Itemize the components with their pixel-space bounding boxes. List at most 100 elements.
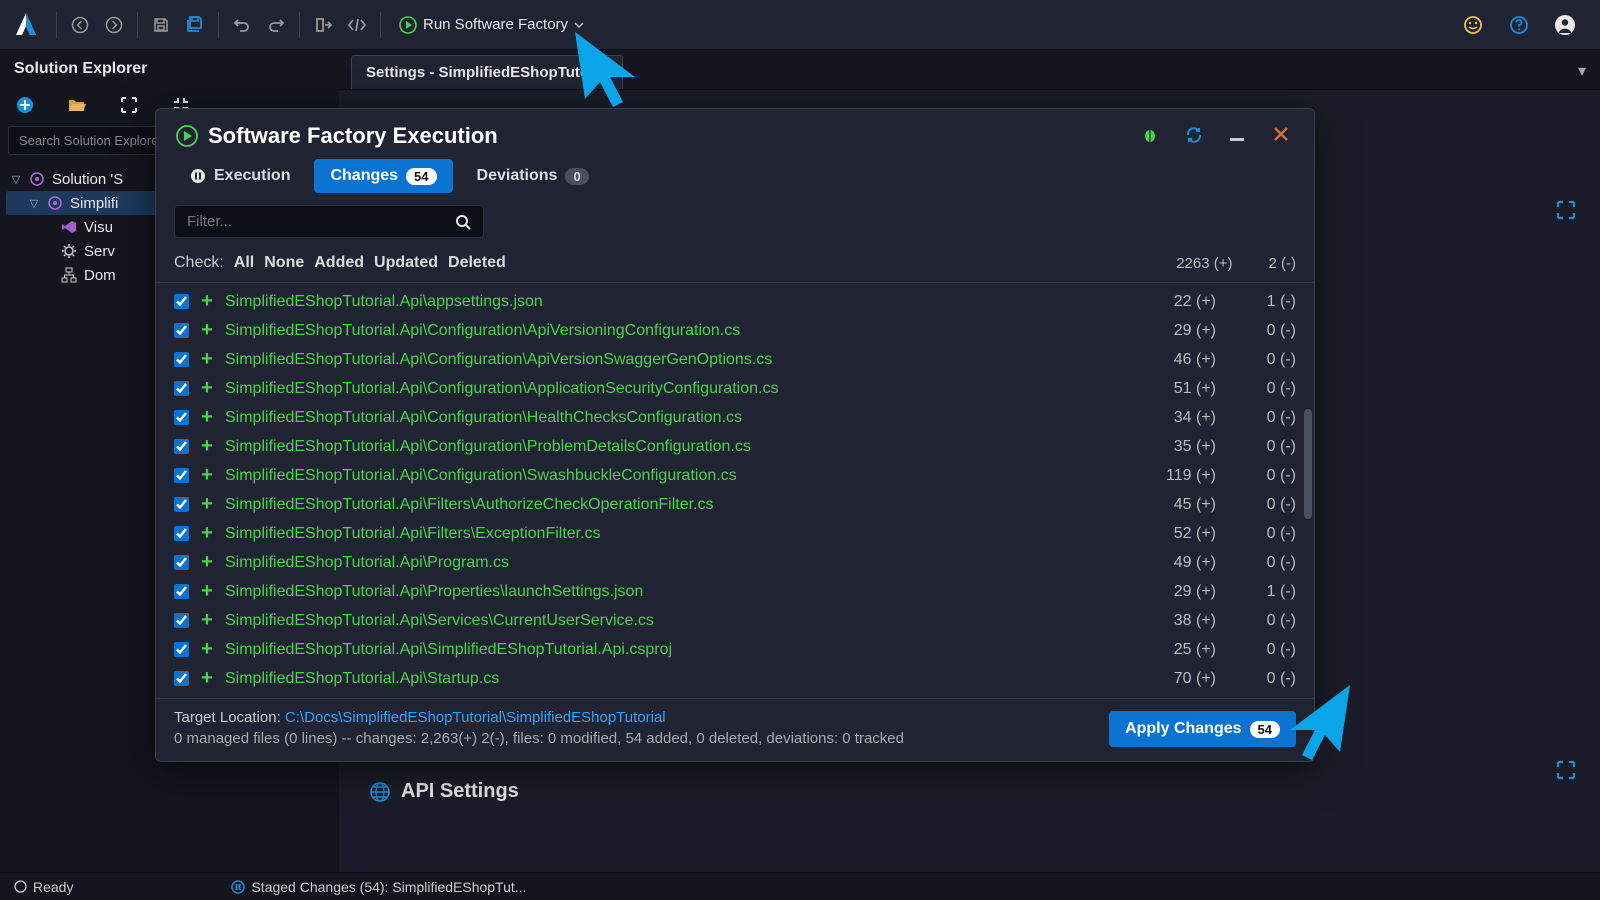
file-row[interactable]: + SimplifiedEShopTutorial.Api\SimplifiedE… [156, 635, 1314, 664]
file-row[interactable]: + SimplifiedEShopTutorial.Api\appsettings… [156, 287, 1314, 316]
feedback-icon[interactable] [1456, 8, 1490, 42]
file-row[interactable]: + SimplifiedEShopTutorial.Api\Program.cs 4… [156, 548, 1314, 577]
file-row[interactable]: +SimplifiedEShopTutorial.Api\Configurati… [156, 432, 1314, 461]
status-staged[interactable]: Staged Changes (54): SimplifiedEShopTut.… [231, 879, 526, 895]
file-path[interactable]: SimplifiedEShopTutorial.Api\Filters\Exce… [225, 525, 601, 543]
file-checkbox[interactable] [174, 323, 189, 338]
file-path[interactable]: SimplifiedEShopTutorial.Api\Configuratio… [225, 322, 740, 340]
lines-added: 49 (+) [1136, 554, 1216, 572]
tab-changes[interactable]: Changes 54 [314, 159, 452, 193]
target-label: Target Location: [174, 709, 285, 726]
added-icon: + [199, 377, 215, 400]
file-checkbox[interactable] [174, 294, 189, 309]
status-bar: Ready Staged Changes (54): SimplifiedESh… [0, 872, 1600, 900]
save-all-button[interactable] [178, 8, 212, 42]
nav-back-button[interactable] [63, 8, 97, 42]
file-checkbox[interactable] [174, 352, 189, 367]
check-deleted[interactable]: Deleted [448, 254, 506, 272]
lines-added: 29 (+) [1136, 583, 1216, 601]
file-checkbox[interactable] [174, 497, 189, 512]
file-checkbox[interactable] [174, 584, 189, 599]
file-checkbox[interactable] [174, 381, 189, 396]
tab-overflow-button[interactable]: ▾ [1564, 53, 1600, 89]
added-icon: + [199, 667, 215, 690]
code-button[interactable] [340, 8, 374, 42]
scrollbar-thumb[interactable] [1304, 409, 1312, 519]
lines-added: 51 (+) [1136, 380, 1216, 398]
bug-icon[interactable] [1140, 125, 1162, 147]
file-checkbox[interactable] [174, 555, 189, 570]
run-software-factory-button[interactable]: Run Software Factory [393, 12, 590, 38]
tab-deviations[interactable]: Deviations 0 [461, 159, 605, 193]
lines-added: 34 (+) [1136, 409, 1216, 427]
added-icon: + [199, 290, 215, 313]
refresh-icon[interactable] [1184, 125, 1206, 147]
lines-deleted: 1 (-) [1226, 583, 1296, 601]
lines-added: 35 (+) [1136, 438, 1216, 456]
file-checkbox[interactable] [174, 613, 189, 628]
file-row[interactable]: +SimplifiedEShopTutorial.Api\Configurati… [156, 461, 1314, 490]
save-button[interactable] [144, 8, 178, 42]
file-row[interactable]: +SimplifiedEShopTutorial.Api\Services\Cu… [156, 606, 1314, 635]
file-path[interactable]: SimplifiedEShopTutorial.Api\Properties\l… [225, 583, 643, 601]
file-row[interactable]: +SimplifiedEShopTutorial.Api\Startup.cs7… [156, 664, 1314, 693]
lines-deleted: 0 (-) [1226, 351, 1296, 369]
check-all[interactable]: All [234, 254, 254, 272]
file-checkbox[interactable] [174, 410, 189, 425]
file-checkbox[interactable] [174, 642, 189, 657]
editor-tab[interactable]: Settings - SimplifiedEShopTuto × [351, 55, 623, 89]
apply-changes-button[interactable]: Apply Changes 54 [1109, 711, 1296, 747]
file-path[interactable]: SimplifiedEShopTutorial.Api\SimplifiedES… [225, 641, 672, 659]
file-path[interactable]: SimplifiedEShopTutorial.Api\Program.cs [225, 554, 509, 572]
filter-textbox[interactable] [187, 213, 455, 230]
add-button[interactable] [14, 94, 36, 116]
file-path[interactable]: SimplifiedEShopTutorial.Api\Startup.cs [225, 670, 499, 688]
account-icon[interactable] [1548, 8, 1582, 42]
help-icon[interactable] [1502, 8, 1536, 42]
file-path[interactable]: SimplifiedEShopTutorial.Api\Services\Cur… [225, 612, 654, 630]
file-checkbox[interactable] [174, 439, 189, 454]
file-path[interactable]: SimplifiedEShopTutorial.Api\Configuratio… [225, 380, 778, 398]
expand-icon[interactable] [118, 94, 140, 116]
target-path-link[interactable]: C:\Docs\SimplifiedEShopTutorial\Simplifi… [285, 709, 666, 726]
lines-deleted: 0 (-) [1226, 467, 1296, 485]
check-updated[interactable]: Updated [374, 254, 438, 272]
nav-forward-button[interactable] [97, 8, 131, 42]
redo-button[interactable] [259, 8, 293, 42]
file-path[interactable]: SimplifiedEShopTutorial.Api\appsettings.… [225, 293, 543, 311]
tab-execution[interactable]: Execution [174, 159, 306, 193]
close-tab-icon[interactable]: × [599, 65, 608, 81]
chevron-down-icon: ▽ [28, 197, 40, 210]
file-path[interactable]: SimplifiedEShopTutorial.Api\Configuratio… [225, 351, 772, 369]
file-row[interactable]: +SimplifiedEShopTutorial.Api\Filters\Exc… [156, 519, 1314, 548]
file-path[interactable]: SimplifiedEShopTutorial.Api\Configuratio… [225, 409, 742, 427]
file-checkbox[interactable] [174, 526, 189, 541]
lines-deleted: 0 (-) [1226, 554, 1296, 572]
export-button[interactable] [306, 8, 340, 42]
minimize-icon[interactable] [1228, 125, 1250, 147]
close-icon[interactable] [1272, 125, 1294, 147]
undo-button[interactable] [225, 8, 259, 42]
added-icon: + [199, 551, 215, 574]
open-folder-button[interactable] [66, 94, 88, 116]
file-path[interactable]: SimplifiedEShopTutorial.Api\Configuratio… [225, 438, 751, 456]
file-row[interactable]: +SimplifiedEShopTutorial.Api\Configurati… [156, 316, 1314, 345]
check-none[interactable]: None [264, 254, 304, 272]
file-row[interactable]: + SimplifiedEShopTutorial.Api\Configurati… [156, 374, 1314, 403]
added-icon: + [199, 638, 215, 661]
file-path[interactable]: SimplifiedEShopTutorial.Api\Filters\Auth… [225, 496, 714, 514]
file-row[interactable]: +SimplifiedEShopTutorial.Api\Configurati… [156, 345, 1314, 374]
file-row[interactable]: +SimplifiedEShopTutorial.Api\Filters\Aut… [156, 490, 1314, 519]
file-path[interactable]: SimplifiedEShopTutorial.Api\Configuratio… [225, 467, 737, 485]
filter-input[interactable] [174, 205, 484, 238]
file-checkbox[interactable] [174, 468, 189, 483]
file-row[interactable]: +SimplifiedEShopTutorial.Api\Configurati… [156, 403, 1314, 432]
dialog-tabs: Execution Changes 54 Deviations 0 [156, 159, 1314, 205]
expand-panel-icon[interactable] [1556, 200, 1582, 226]
lines-added: 119 (+) [1136, 467, 1216, 485]
check-added[interactable]: Added [314, 254, 364, 272]
file-checkbox[interactable] [174, 671, 189, 686]
lines-added: 25 (+) [1136, 641, 1216, 659]
expand-panel-icon[interactable] [1556, 760, 1582, 786]
file-row[interactable]: +SimplifiedEShopTutorial.Api\Properties\… [156, 577, 1314, 606]
